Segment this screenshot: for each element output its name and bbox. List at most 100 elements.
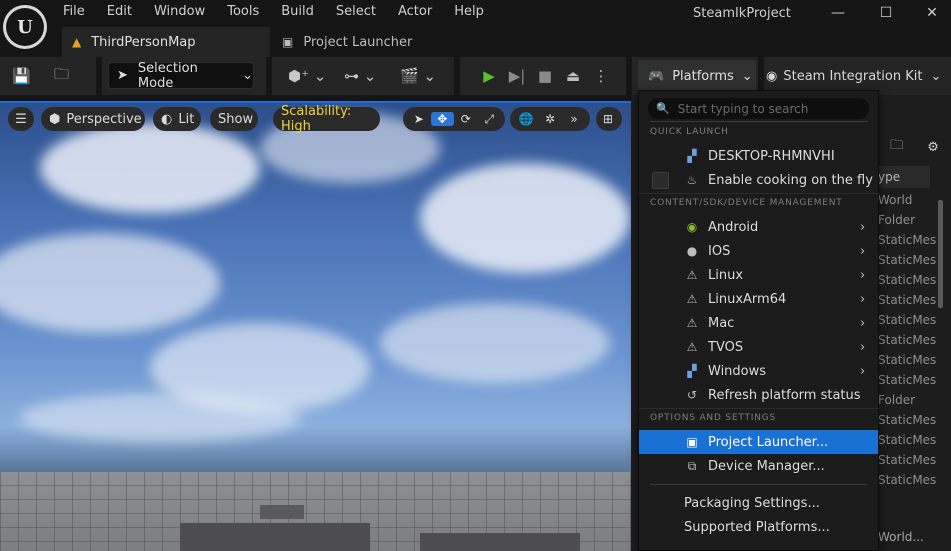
section-options-settings: OPTIONS AND SETTINGS bbox=[639, 408, 879, 427]
section-quick-launch: QUICK LAUNCH bbox=[650, 121, 868, 141]
steam-integration-kit-button[interactable]: ◉ Steam Integration Kit ⌄ bbox=[766, 62, 941, 90]
scale-tool-icon[interactable]: ⤢ bbox=[478, 112, 502, 127]
outliner-row[interactable]: StaticMes bbox=[878, 230, 936, 250]
platform-linux[interactable]: ⚠ Linux › bbox=[639, 263, 878, 287]
surface-snap-icon[interactable]: ✲ bbox=[538, 112, 562, 126]
selection-mode-dropdown[interactable]: ➤ Selection Mode ⌄ bbox=[108, 61, 254, 91]
cooking-checkbox[interactable] bbox=[652, 171, 669, 189]
rotate-tool-icon[interactable]: ⟳ bbox=[454, 112, 478, 126]
tab-label: Project Launcher bbox=[303, 34, 413, 50]
device-manager-item[interactable]: ⧉ Device Manager... bbox=[639, 454, 878, 478]
cloud bbox=[380, 303, 610, 383]
section-label: CONTENT/SDK/DEVICE MANAGEMENT bbox=[650, 198, 843, 208]
outliner-row[interactable]: StaticMes bbox=[878, 470, 936, 490]
close-button[interactable]: ✕ bbox=[915, 0, 949, 26]
device-desktop[interactable]: ▞ DESKTOP-RHMNVHI bbox=[639, 144, 878, 168]
scalability-button[interactable]: Scalability: High bbox=[273, 104, 380, 134]
show-button[interactable]: Show bbox=[210, 107, 258, 131]
step-icon[interactable]: ▶| bbox=[503, 67, 531, 85]
toolbar-divider bbox=[626, 57, 632, 95]
outliner-row[interactable]: StaticMes bbox=[878, 310, 936, 330]
outliner-row[interactable]: StaticMes bbox=[878, 270, 936, 290]
save-icon[interactable]: 💾 bbox=[12, 62, 31, 90]
launcher-icon: ▣ bbox=[282, 35, 294, 49]
play-icon[interactable]: ▶ bbox=[475, 67, 503, 85]
packaging-settings-item[interactable]: Packaging Settings... bbox=[639, 491, 878, 515]
add-actor-icon[interactable]: ⬢⁺ ⌄ bbox=[288, 62, 326, 90]
cube-icon: ⬢ bbox=[49, 111, 61, 127]
outliner-row[interactable]: Folder bbox=[878, 210, 936, 230]
level-viewport[interactable] bbox=[0, 101, 631, 551]
refresh-platform-status[interactable]: ↺ Refresh platform status bbox=[639, 383, 878, 407]
menu-item-label: LinuxArm64 bbox=[708, 291, 787, 307]
section-divider bbox=[639, 408, 879, 409]
menu-item-label: Project Launcher... bbox=[708, 434, 829, 450]
perspective-button[interactable]: ⬢ Perspective bbox=[41, 107, 145, 131]
outliner-type-column[interactable]: ype bbox=[878, 166, 930, 188]
menu-window[interactable]: Window bbox=[143, 3, 216, 21]
platform-windows[interactable]: ▞ Windows › bbox=[639, 359, 878, 383]
map-icon: ▲ bbox=[72, 35, 82, 49]
menu-help[interactable]: Help bbox=[443, 3, 495, 21]
tab-project-launcher[interactable]: ▣ Project Launcher bbox=[274, 27, 474, 57]
menu-item-label: Refresh platform status bbox=[708, 387, 861, 403]
add-folder-icon[interactable]: 🗀 bbox=[890, 136, 903, 158]
warning-icon: ⚠ bbox=[686, 268, 698, 282]
launcher-icon: ▣ bbox=[686, 435, 698, 449]
menu-file[interactable]: File bbox=[52, 3, 96, 21]
outliner-row[interactable]: StaticMes bbox=[878, 450, 936, 470]
toolbar-divider bbox=[454, 57, 460, 95]
enable-cooking-on-fly[interactable]: ♨ Enable cooking on the fly bbox=[639, 168, 878, 192]
gear-icon[interactable]: ⚙ bbox=[927, 140, 939, 155]
outliner-row[interactable]: StaticMes bbox=[878, 410, 936, 430]
stop-icon[interactable]: ■ bbox=[531, 67, 559, 85]
more-icon[interactable]: » bbox=[562, 112, 586, 126]
outliner-row[interactable]: Folder bbox=[878, 390, 936, 410]
minimize-button[interactable]: — bbox=[821, 0, 855, 26]
platform-ios[interactable]: ● IOS › bbox=[639, 239, 878, 263]
blueprint-icon[interactable]: ⊶ ⌄ bbox=[344, 62, 376, 90]
outliner-row[interactable]: StaticMes bbox=[878, 370, 936, 390]
world-icon[interactable]: 🌐 bbox=[514, 112, 538, 126]
outliner-row[interactable]: StaticMes bbox=[878, 430, 936, 450]
outliner-row[interactable]: StaticMes bbox=[878, 290, 936, 310]
maximize-button[interactable]: ☐ bbox=[869, 0, 903, 26]
select-tool-icon[interactable]: ➤ bbox=[407, 112, 431, 126]
project-launcher-item[interactable]: ▣ Project Launcher... bbox=[639, 430, 878, 454]
section-label: QUICK LAUNCH bbox=[650, 127, 729, 137]
tab-third-person-map[interactable]: ▲ ThirdPersonMap bbox=[62, 27, 270, 57]
outliner-scrollbar[interactable] bbox=[938, 200, 943, 308]
menu-build[interactable]: Build bbox=[270, 3, 325, 21]
platform-android[interactable]: ◉ Android › bbox=[639, 215, 878, 239]
viewport-menu-button[interactable]: ☰ bbox=[8, 107, 34, 131]
outliner-row[interactable]: StaticMes bbox=[878, 350, 936, 370]
chevron-right-icon: › bbox=[860, 339, 866, 355]
outliner-row[interactable]: World bbox=[878, 190, 936, 210]
search-input[interactable] bbox=[677, 101, 858, 116]
cinematics-icon[interactable]: 🎬 ⌄ bbox=[400, 62, 436, 90]
platform-tvos[interactable]: ⚠ TVOS › bbox=[639, 335, 878, 359]
menu-tools[interactable]: Tools bbox=[216, 3, 270, 21]
eject-icon[interactable]: ⏏ bbox=[559, 67, 587, 85]
supported-platforms-item[interactable]: Supported Platforms... bbox=[639, 515, 878, 539]
outliner-row[interactable]: StaticMes bbox=[878, 250, 936, 270]
menu-search[interactable]: 🔍 bbox=[648, 98, 869, 119]
platforms-button[interactable]: 🎮 Platforms ⌄ bbox=[638, 60, 756, 92]
block-mesh bbox=[260, 505, 304, 519]
menu-item-label: Windows bbox=[708, 363, 767, 379]
unreal-logo[interactable]: U bbox=[3, 5, 47, 49]
more-options-icon[interactable]: ⋮ bbox=[587, 67, 615, 85]
menu-item-label: Supported Platforms... bbox=[684, 519, 830, 535]
menu-select[interactable]: Select bbox=[325, 3, 387, 21]
move-tool-icon[interactable]: ✥ bbox=[430, 112, 454, 126]
lit-button[interactable]: ◐ Lit bbox=[153, 107, 201, 131]
menu-actor[interactable]: Actor bbox=[387, 3, 443, 21]
menu-edit[interactable]: Edit bbox=[96, 3, 143, 21]
section-divider bbox=[639, 193, 879, 194]
platform-mac[interactable]: ⚠ Mac › bbox=[639, 311, 878, 335]
platform-linuxarm64[interactable]: ⚠ LinuxArm64 › bbox=[639, 287, 878, 311]
layout-button[interactable]: ⊞ bbox=[596, 107, 622, 131]
browse-icon[interactable]: 🗀 bbox=[54, 62, 69, 90]
outliner-row[interactable]: StaticMes bbox=[878, 330, 936, 350]
platforms-label: Platforms bbox=[672, 68, 734, 84]
